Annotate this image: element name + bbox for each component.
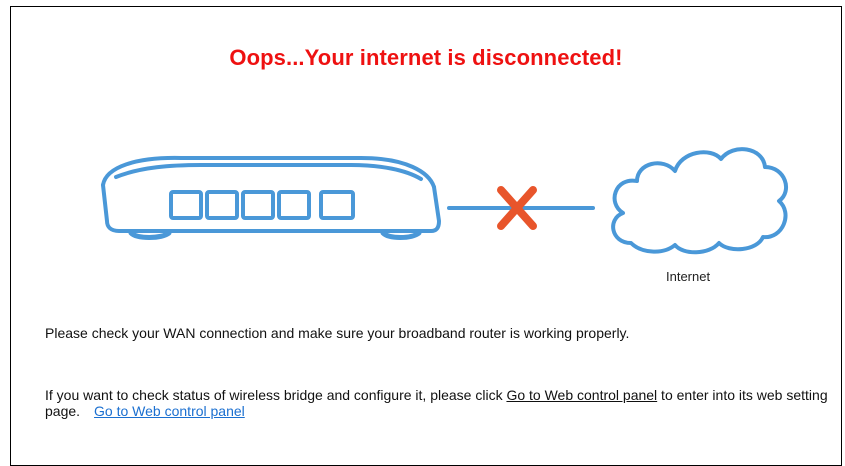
web-control-panel-inline-link[interactable]: Go to Web control panel [506, 387, 657, 403]
wan-connection-message: Please check your WAN connection and mak… [45, 325, 630, 341]
internet-label: Internet [666, 269, 711, 284]
page-frame: Oops...Your internet is disconnected! In… [10, 6, 842, 466]
web-control-panel-link[interactable]: Go to Web control panel [94, 403, 245, 419]
router-icon [101, 155, 441, 240]
bridge-config-message: If you want to check status of wireless … [45, 387, 835, 419]
cloud-icon [611, 147, 788, 255]
connection-diagram [101, 147, 788, 255]
bridge-message-text-start: If you want to check status of wireless … [45, 387, 507, 403]
